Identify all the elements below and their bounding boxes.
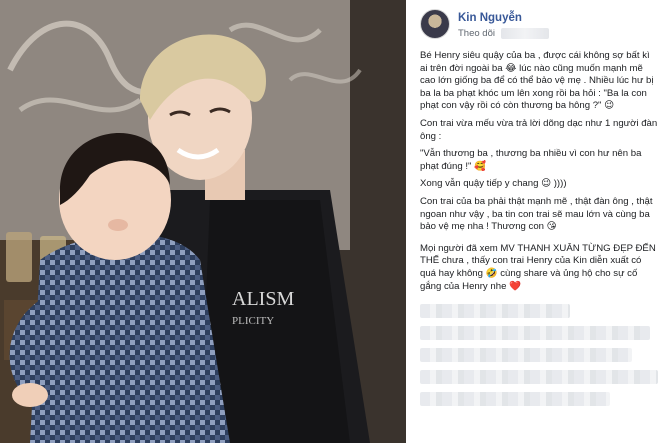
post-paragraph-3: "Vẫn thương ba , thương ba nhiều vì con … [420, 148, 642, 172]
post-paragraph-2: Con trai vừa mếu vừa trả lời dõng dạc nh… [420, 117, 658, 142]
post-paragraph-5: Con trai của ba phải thật mạnh mẽ , thật… [420, 195, 653, 233]
shirt-text-2: PLICITY [232, 315, 274, 327]
follow-link[interactable]: Theo dõi [458, 28, 549, 39]
post-paragraph-4: Xong vẫn quậy tiếp y chang 😉 )))) [420, 178, 567, 190]
author-name[interactable]: Kin Nguyễn [458, 12, 522, 24]
blurred-line [420, 348, 632, 362]
blurred-date [500, 28, 549, 39]
heart-icon: ❤️ [509, 280, 522, 292]
post-paragraph-6-text: Mọi người đã xem MV THANH XUÂN TỪNG ĐẸP … [420, 242, 656, 292]
blurred-line [420, 326, 650, 340]
post-header: Kin Nguyễn Theo dõi [420, 9, 656, 43]
post-paragraph-6: Mọi người đã xem MV THANH XUÂN TỪNG ĐẸP … [420, 243, 658, 293]
post-text: Bé Henry siêu quậy của ba , được cái khô… [420, 50, 658, 298]
profile-avatar[interactable] [420, 9, 450, 39]
blurred-line [420, 370, 658, 384]
shirt-text-1: ALISM [232, 288, 294, 310]
blurred-line [420, 392, 610, 406]
post-photo[interactable]: ALISM PLICITY [0, 0, 406, 443]
post-paragraph-1: Bé Henry siêu quậy của ba , được cái khô… [420, 50, 654, 112]
blurred-line [420, 304, 570, 318]
blurred-comments [420, 304, 658, 414]
post-sidebar: Kin Nguyễn Theo dõi Bé Henry siêu quậy c… [406, 0, 660, 443]
follow-label[interactable]: Theo dõi [458, 28, 495, 39]
